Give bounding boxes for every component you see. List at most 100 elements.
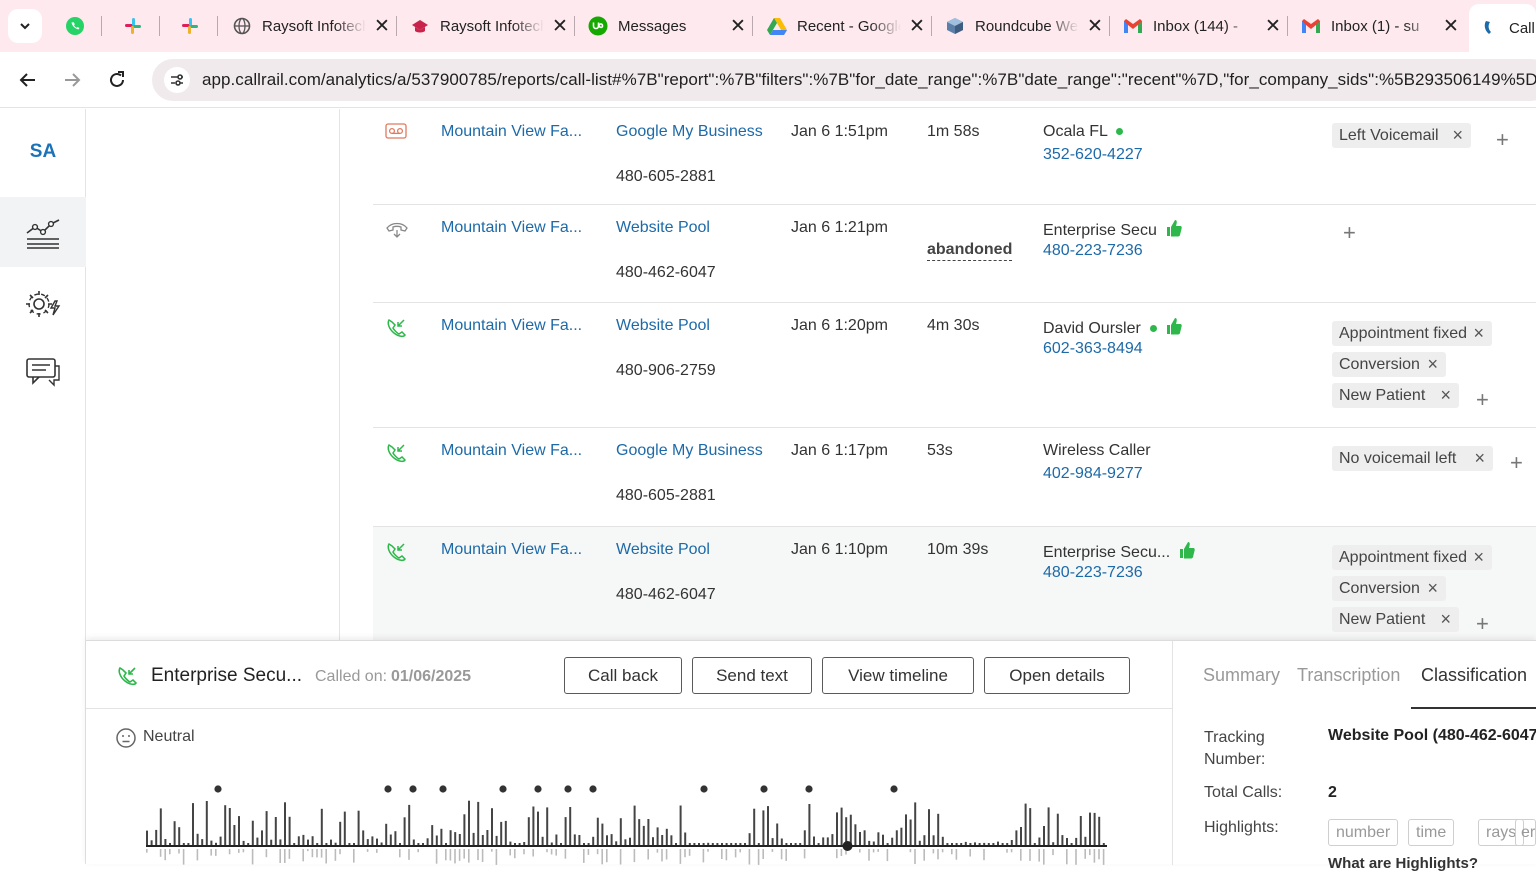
thumbs-up-icon — [1166, 318, 1182, 339]
highlights-label: Highlights: — [1204, 819, 1279, 836]
source-link[interactable]: Google My Business — [616, 442, 763, 460]
neutral-face-icon — [115, 727, 137, 754]
tracking-number: 480-605-2881 — [616, 168, 716, 185]
tag-label: New Patient — [1339, 610, 1426, 628]
account-avatar[interactable]: SA — [0, 141, 86, 163]
gmail-icon — [1301, 16, 1321, 36]
table-row[interactable]: Mountain View Fa... Website Pool 480-462-6… — [373, 527, 1536, 640]
tag-chip: New Patient × — [1332, 607, 1459, 632]
highlight-chip[interactable]: time — [1408, 819, 1455, 846]
remove-tag-icon[interactable]: × — [1452, 125, 1463, 146]
nav-conversations[interactable] — [0, 337, 86, 407]
company-link[interactable]: Mountain View Fa... — [441, 442, 582, 460]
inbound-call-icon — [385, 317, 407, 344]
remove-tag-icon[interactable]: × — [1473, 323, 1484, 344]
nav-analytics[interactable] — [0, 197, 86, 267]
table-row[interactable]: Mountain View Fa... Google My Business 480… — [373, 109, 1536, 205]
call-date: Jan 6 1:51pm — [791, 123, 888, 140]
tag-label: Conversion — [1339, 355, 1420, 373]
highlight-chip[interactable]: er — [1515, 819, 1536, 846]
nav-settings-automation[interactable] — [0, 269, 86, 339]
called-on-date: 01/06/2025 — [391, 668, 472, 685]
caller-phone-link[interactable]: 480-223-7236 — [1043, 564, 1143, 582]
call-duration: 53s — [927, 442, 953, 459]
remove-tag-icon[interactable]: × — [1440, 609, 1451, 630]
pinned-tab-whatsapp[interactable] — [58, 10, 92, 42]
caller-phone-link[interactable]: 402-984-9277 — [1043, 465, 1143, 483]
close-icon[interactable]: ✕ — [1263, 16, 1283, 37]
tab-callrail-active[interactable]: Call — [1469, 4, 1536, 52]
source-link[interactable]: Website Pool — [616, 317, 710, 335]
caller-phone-link[interactable]: 602-363-8494 — [1043, 340, 1143, 358]
tab-raysoft-2[interactable]: Raysoft Infotech ✕ — [410, 6, 570, 46]
remove-tag-icon[interactable]: × — [1473, 547, 1484, 568]
audio-waveform[interactable] — [142, 785, 1122, 865]
company-link[interactable]: Mountain View Fa... — [441, 317, 582, 335]
tab-classification[interactable]: Classification — [1421, 665, 1527, 686]
close-icon[interactable]: ✕ — [1441, 16, 1461, 37]
tab-raysoft-1[interactable]: Raysoft Infotech ✕ — [232, 6, 392, 46]
close-icon[interactable]: ✕ — [1085, 16, 1105, 37]
table-row[interactable]: Mountain View Fa... Website Pool 480-462-6… — [373, 205, 1536, 303]
url-text: app.callrail.com/analytics/a/537900785/r… — [202, 70, 1536, 89]
close-icon[interactable]: ✕ — [728, 16, 748, 37]
call-status-abandoned[interactable]: abandoned — [927, 241, 1013, 261]
tracking-number: 480-462-6047 — [616, 264, 716, 281]
forward-button[interactable] — [58, 66, 86, 94]
tab-inbox-1[interactable]: Inbox (1) - su ✕ — [1301, 6, 1461, 46]
source-link[interactable]: Google My Business — [616, 123, 763, 141]
close-icon[interactable]: ✕ — [907, 16, 927, 37]
table-row[interactable]: Mountain View Fa... Google My Business 480… — [373, 428, 1536, 527]
sentiment-label: Neutral — [143, 728, 195, 745]
back-button[interactable] — [14, 66, 42, 94]
remove-tag-icon[interactable]: × — [1427, 354, 1438, 375]
tab-summary[interactable]: Summary — [1203, 665, 1280, 686]
company-link[interactable]: Mountain View Fa... — [441, 123, 582, 141]
add-tag-icon[interactable]: + — [1476, 387, 1489, 413]
add-tag-icon[interactable]: + — [1476, 611, 1489, 637]
source-link[interactable]: Website Pool — [616, 541, 710, 559]
close-icon[interactable]: ✕ — [372, 16, 392, 37]
tab-transcription[interactable]: Transcription — [1297, 665, 1400, 686]
tab-search-dropdown[interactable] — [8, 9, 42, 43]
company-link[interactable]: Mountain View Fa... — [441, 219, 582, 237]
caller-phone-link[interactable]: 352-620-4227 — [1043, 146, 1143, 164]
call-back-button[interactable]: Call back — [564, 657, 682, 694]
pinned-tab-slack[interactable] — [116, 10, 150, 42]
tab-inbox-144[interactable]: Inbox (144) - ✕ — [1123, 6, 1283, 46]
tag-chip: Left Voicemail × — [1332, 123, 1471, 148]
site-info-icon[interactable] — [164, 67, 190, 93]
company-link[interactable]: Mountain View Fa... — [441, 541, 582, 559]
address-bar[interactable]: app.callrail.com/analytics/a/537900785/r… — [152, 59, 1536, 101]
open-details-button[interactable]: Open details — [984, 657, 1130, 694]
call-detail-header: Enterprise Secu... Called on: 01/06/2025… — [86, 641, 1172, 709]
tab-title: Messages — [618, 17, 687, 35]
conversations-icon — [26, 358, 60, 387]
send-text-button[interactable]: Send text — [692, 657, 812, 694]
pinned-tab-slack-2[interactable] — [173, 10, 207, 42]
remove-tag-icon[interactable]: × — [1440, 385, 1451, 406]
reload-button[interactable] — [103, 66, 131, 94]
add-tag-icon[interactable]: + — [1343, 220, 1356, 246]
tab-google-drive[interactable]: Recent - Google Drive ✕ — [767, 6, 927, 46]
tag-label: Appointment fixed — [1339, 324, 1468, 342]
tag-label: Appointment fixed — [1339, 548, 1468, 566]
browser-tab-strip: Raysoft Infotech ✕ Raysoft Infotech ✕ Me… — [0, 0, 1536, 52]
remove-tag-icon[interactable]: × — [1474, 448, 1485, 469]
add-tag-icon[interactable]: + — [1510, 450, 1523, 476]
table-row[interactable]: Mountain View Fa... Website Pool 480-906-2… — [373, 303, 1536, 428]
source-link[interactable]: Website Pool — [616, 219, 710, 237]
add-tag-icon[interactable]: + — [1496, 127, 1509, 153]
tag-chip: New Patient × — [1332, 383, 1459, 408]
close-icon[interactable]: ✕ — [550, 16, 570, 37]
remove-tag-icon[interactable]: × — [1427, 578, 1438, 599]
call-duration: 10m 39s — [927, 541, 989, 558]
view-timeline-button[interactable]: View timeline — [822, 657, 974, 694]
caller-phone-link[interactable]: 480-223-7236 — [1043, 242, 1143, 260]
tab-messages[interactable]: Messages ✕ — [588, 6, 748, 46]
caller-name-text: Enterprise Secu... — [1043, 544, 1171, 561]
call-date: Jan 6 1:20pm — [791, 317, 888, 334]
tab-roundcube[interactable]: Roundcube Webmail ✕ — [945, 6, 1105, 46]
tracking-number-value: Website Pool (480-462-6047 — [1328, 727, 1536, 744]
highlight-chip[interactable]: number — [1328, 819, 1399, 846]
